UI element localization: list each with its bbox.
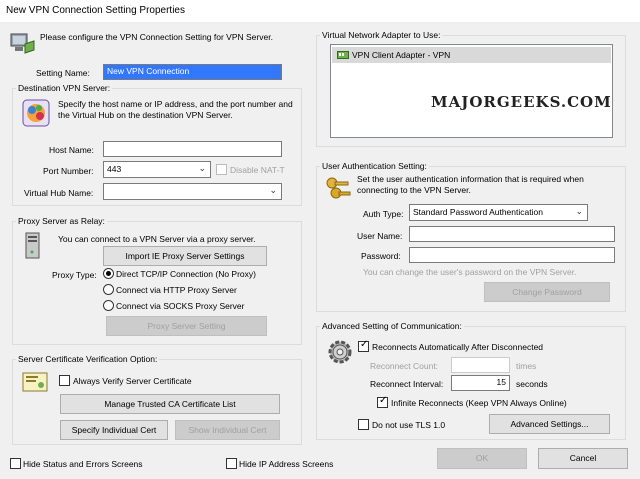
always-verify-label: Always Verify Server Certificate [73, 376, 192, 386]
chevron-down-icon: ⌄ [269, 185, 277, 195]
auth-type-label: Auth Type: [363, 209, 404, 219]
destination-description: Specify the host name or IP address, and… [58, 99, 293, 120]
virtual-hub-label: Virtual Hub Name: [24, 188, 94, 198]
setting-name-label: Setting Name: [36, 68, 90, 78]
password-label: Password: [361, 251, 401, 261]
reconnect-interval-input[interactable]: 15 [451, 375, 510, 391]
reconnect-interval-label: Reconnect Interval: [370, 379, 444, 389]
disable-nat-label: Disable NAT-T [230, 165, 285, 175]
hide-status-checkbox[interactable] [10, 458, 21, 469]
port-number-combo[interactable]: 443 ⌄ [103, 161, 211, 178]
auth-type-combo[interactable]: Standard Password Authentication ⌄ [409, 204, 588, 221]
password-hint: You can change the user's password on th… [363, 267, 577, 277]
cancel-button[interactable]: Cancel [538, 448, 628, 469]
network-globe-icon [22, 99, 50, 127]
adapter-list[interactable]: VPN Client Adapter - VPN MAJORGEEKS.COM [330, 44, 613, 138]
ok-button[interactable]: OK [437, 448, 527, 469]
adapter-legend: Virtual Network Adapter to Use: [320, 30, 443, 40]
proxy-option-http: Connect via HTTP Proxy Server [116, 285, 237, 295]
destination-legend: Destination VPN Server: [16, 83, 113, 93]
chevron-down-icon: ⌄ [198, 163, 206, 173]
seconds-label: seconds [516, 379, 548, 389]
certificate-legend: Server Certificate Verification Option: [16, 354, 160, 364]
proxy-legend: Proxy Server as Relay: [16, 216, 107, 226]
keys-icon [324, 175, 352, 203]
intro-text: Please configure the VPN Connection Sett… [40, 32, 273, 42]
proxy-option-socks: Connect via SOCKS Proxy Server [116, 301, 245, 311]
proxy-server-setting-button[interactable]: Proxy Server Setting [106, 316, 267, 336]
no-tls-checkbox[interactable] [358, 419, 369, 430]
times-label: times [516, 361, 537, 371]
port-number-label: Port Number: [43, 166, 94, 176]
advanced-legend: Advanced Setting of Communication: [320, 321, 464, 331]
reconnect-auto-label: Reconnects Automatically After Disconnec… [372, 342, 544, 352]
hide-ip-checkbox[interactable] [226, 458, 237, 469]
hide-ip-label: Hide IP Address Screens [239, 459, 334, 469]
manage-ca-list-button[interactable]: Manage Trusted CA Certificate List [60, 394, 280, 414]
disable-nat-checkbox[interactable] [216, 164, 227, 175]
vpn-connection-icon [10, 30, 36, 54]
import-ie-proxy-button[interactable]: Import IE Proxy Server Settings [103, 246, 267, 266]
host-name-input[interactable] [103, 141, 282, 157]
advanced-settings-button[interactable]: Advanced Settings... [489, 414, 610, 434]
port-number-value: 443 [107, 164, 122, 174]
network-adapter-icon [337, 50, 349, 60]
user-name-label: User Name: [357, 231, 403, 241]
proxy-type-http-radio[interactable] [103, 284, 114, 295]
reconnect-count-input[interactable] [451, 357, 510, 373]
adapter-item-label: VPN Client Adapter - VPN [352, 50, 451, 60]
certificate-icon [22, 372, 48, 392]
watermark-text: MAJORGEEKS.COM [431, 93, 612, 111]
proxy-type-direct-radio[interactable] [103, 268, 114, 279]
reconnect-auto-checkbox[interactable] [358, 339, 369, 352]
no-tls-label: Do not use TLS 1.0 [372, 420, 446, 430]
auth-type-value: Standard Password Authentication [413, 207, 543, 217]
password-input[interactable] [409, 247, 615, 263]
auth-description: Set the user authentication information … [357, 174, 584, 195]
list-item[interactable]: VPN Client Adapter - VPN [332, 47, 611, 63]
proxy-type-socks-radio[interactable] [103, 300, 114, 311]
infinite-reconnects-label: Infinite Reconnects (Keep VPN Always Onl… [391, 398, 567, 408]
show-individual-cert-button[interactable]: Show Individual Cert [175, 420, 280, 440]
specify-individual-cert-button[interactable]: Specify Individual Cert [60, 420, 168, 440]
chevron-down-icon: ⌄ [575, 206, 583, 216]
proxy-option-direct: Direct TCP/IP Connection (No Proxy) [116, 269, 256, 279]
title-bar: New VPN Connection Setting Properties [0, 0, 640, 22]
setting-name-input[interactable]: New VPN Connection [103, 64, 282, 80]
proxy-server-icon [24, 232, 42, 260]
virtual-hub-combo[interactable]: ⌄ [103, 183, 282, 200]
hide-status-label: Hide Status and Errors Screens [23, 459, 143, 469]
always-verify-checkbox[interactable] [59, 375, 70, 386]
host-name-label: Host Name: [49, 145, 94, 155]
proxy-type-label: Proxy Type: [52, 270, 97, 280]
gear-icon [327, 339, 353, 365]
auth-legend: User Authentication Setting: [320, 161, 429, 171]
user-name-input[interactable] [409, 226, 615, 242]
proxy-description: You can connect to a VPN Server via a pr… [58, 234, 256, 244]
reconnect-count-label: Reconnect Count: [370, 361, 439, 371]
window-title: New VPN Connection Setting Properties [6, 5, 185, 16]
change-password-button[interactable]: Change Password [484, 282, 610, 302]
infinite-reconnects-checkbox[interactable] [377, 395, 388, 408]
